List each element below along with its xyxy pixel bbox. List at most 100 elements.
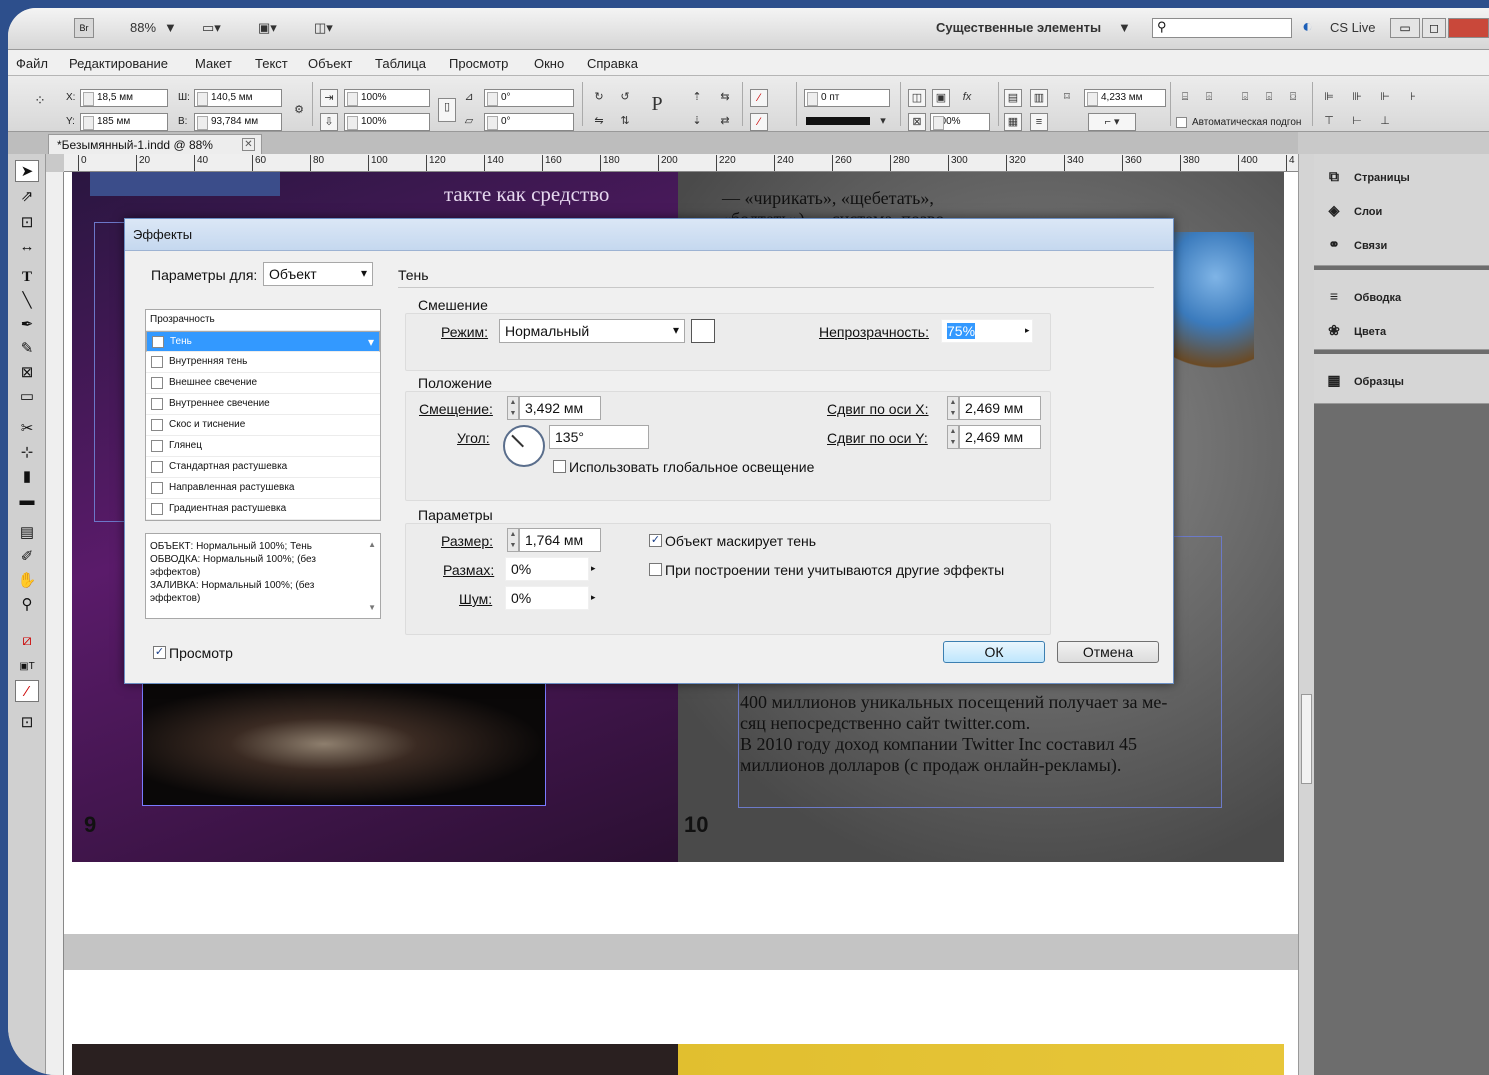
- menu-edit[interactable]: Редактирование: [69, 56, 168, 71]
- scrollbar-thumb[interactable]: [1301, 694, 1312, 784]
- y-offset-input[interactable]: 2,469 мм: [959, 425, 1041, 449]
- stroke-swatch-icon[interactable]: ⁄: [750, 113, 768, 131]
- menu-type[interactable]: Текст: [255, 56, 288, 71]
- menu-object[interactable]: Объект: [308, 56, 352, 71]
- fit-content-icon[interactable]: ⌹: [1200, 89, 1218, 107]
- satin-checkbox[interactable]: [151, 440, 163, 452]
- basic-feather-checkbox[interactable]: [151, 461, 163, 473]
- close-window-button[interactable]: [1448, 18, 1489, 38]
- zoom-tool-icon[interactable]: ⚲: [15, 594, 39, 616]
- fill-stroke-swatch-icon[interactable]: ⧄: [15, 630, 39, 652]
- select-content-icon[interactable]: ⇣: [688, 113, 706, 131]
- y-offset-spinner[interactable]: ▲ ▼: [947, 425, 959, 449]
- search-input[interactable]: ⚲: [1152, 18, 1292, 38]
- rotation-field[interactable]: 0°: [484, 89, 574, 107]
- formatting-affects-icon[interactable]: ▣T: [15, 656, 39, 678]
- opacity-slider-arrow-icon[interactable]: ▸: [1025, 325, 1030, 336]
- stroke-type-preview[interactable]: [806, 117, 870, 125]
- drop-shadow-checkbox[interactable]: ✓: [152, 336, 164, 348]
- align-right-icon[interactable]: ⊩: [1376, 89, 1394, 107]
- menu-file[interactable]: Файл: [16, 56, 48, 71]
- shadow-toggle-icon[interactable]: ▣: [932, 89, 950, 107]
- free-transform-tool-icon[interactable]: ⊹: [15, 442, 39, 464]
- line-tool-icon[interactable]: ╲: [15, 290, 39, 312]
- offset-field[interactable]: 4,233 мм: [1084, 89, 1166, 107]
- noise-input[interactable]: 0%: [505, 586, 589, 610]
- page-tool-icon[interactable]: ⊡: [15, 212, 39, 234]
- distance-spinner[interactable]: ▲ ▼: [507, 396, 519, 420]
- global-light-checkbox[interactable]: [553, 460, 566, 473]
- distance-input[interactable]: 3,492 мм: [519, 396, 601, 420]
- effect-bevel-emboss[interactable]: Скос и тиснение: [146, 415, 380, 436]
- shear-field[interactable]: 0°: [484, 113, 574, 131]
- effect-transparency[interactable]: Прозрачность: [146, 310, 380, 331]
- text-wrap-icon[interactable]: ▤: [1004, 89, 1022, 107]
- spread-input[interactable]: 0%: [505, 557, 589, 581]
- x-offset-spinner[interactable]: ▲ ▼: [947, 396, 959, 420]
- panel-color[interactable]: ❀ Цвета: [1324, 322, 1386, 339]
- next-spread-preview[interactable]: [72, 1044, 1284, 1075]
- noise-slider-arrow-icon[interactable]: ▸: [591, 592, 596, 603]
- gap-tool-icon[interactable]: ↔: [15, 236, 39, 258]
- bridge-button[interactable]: Br: [74, 18, 94, 38]
- effect-inner-glow[interactable]: Внутреннее свечение: [146, 394, 380, 415]
- constrain-scale-icon[interactable]: ▯: [438, 98, 456, 122]
- selection-tool-icon[interactable]: ➤: [15, 160, 39, 182]
- apply-none-icon[interactable]: ⁄: [15, 680, 39, 702]
- rectangle-frame-tool-icon[interactable]: ⊠: [15, 362, 39, 384]
- gradient-swatch-tool-icon[interactable]: ▮: [15, 466, 39, 488]
- menu-layout[interactable]: Макет: [195, 56, 232, 71]
- wrap-around-icon[interactable]: ▥: [1030, 89, 1048, 107]
- gradient-feather-tool-icon[interactable]: ▬: [15, 490, 39, 512]
- fill-proportionally-icon[interactable]: ⌻: [1260, 89, 1278, 107]
- effect-directional-feather[interactable]: Направленная растушевка: [146, 478, 380, 499]
- cancel-button[interactable]: Отмена: [1057, 641, 1159, 663]
- note-tool-icon[interactable]: ▤: [15, 522, 39, 544]
- cslive-icon[interactable]: ◐: [1302, 16, 1313, 37]
- align-top-icon[interactable]: ⊤: [1320, 113, 1338, 131]
- align-left-icon[interactable]: ⊫: [1320, 89, 1338, 107]
- outer-glow-checkbox[interactable]: [151, 377, 163, 389]
- opacity-field[interactable]: 100%: [930, 113, 990, 131]
- workspace-dropdown-icon[interactable]: ▼: [1118, 20, 1131, 35]
- size-input[interactable]: 1,764 мм: [519, 528, 601, 552]
- cslive-label[interactable]: CS Live: [1330, 20, 1376, 35]
- distribute-icon[interactable]: ⊦: [1404, 89, 1422, 107]
- menu-help[interactable]: Справка: [587, 56, 638, 71]
- align-bottom-icon[interactable]: ⊥: [1376, 113, 1394, 131]
- size-spinner[interactable]: ▲ ▼: [507, 528, 519, 552]
- select-prev-icon[interactable]: ⇄: [716, 113, 734, 131]
- eyedropper-tool-icon[interactable]: ✐: [15, 546, 39, 568]
- scale-y-field[interactable]: 100%: [344, 113, 430, 131]
- preview-checkbox[interactable]: ✓: [153, 646, 166, 659]
- type-tool-icon[interactable]: T: [15, 266, 39, 288]
- x-offset-input[interactable]: 2,469 мм: [959, 396, 1041, 420]
- vertical-scrollbar[interactable]: [1298, 154, 1314, 1075]
- fit-frame-icon[interactable]: ⌸: [1176, 89, 1194, 107]
- hand-tool-icon[interactable]: ✋: [15, 570, 39, 592]
- arrange-documents-icon[interactable]: ◫▾: [314, 20, 333, 36]
- rectangle-tool-icon[interactable]: ▭: [15, 386, 39, 408]
- screen-mode-icon[interactable]: ▣▾: [258, 20, 277, 36]
- center-content-icon[interactable]: ⌺: [1236, 89, 1254, 107]
- panel-stroke[interactable]: ≡ Обводка: [1324, 288, 1401, 304]
- menu-view[interactable]: Просмотр: [449, 56, 508, 71]
- minimize-button[interactable]: ▭: [1390, 18, 1420, 38]
- y-field[interactable]: 185 мм: [80, 113, 168, 131]
- menu-window[interactable]: Окно: [534, 56, 564, 71]
- rotate-cw-icon[interactable]: ↻: [590, 89, 608, 107]
- honor-effects-checkbox[interactable]: [649, 563, 662, 576]
- close-tab-icon[interactable]: ✕: [242, 138, 255, 151]
- inner-shadow-checkbox[interactable]: [151, 356, 163, 368]
- summary-scroll-up-icon[interactable]: ▲: [368, 538, 376, 551]
- select-next-icon[interactable]: ⇆: [716, 89, 734, 107]
- corner-shape-icon[interactable]: ⌐ ▾: [1088, 113, 1136, 131]
- h-field[interactable]: 93,784 мм: [194, 113, 282, 131]
- document-tab[interactable]: *Безымянный-1.indd @ 88% ✕: [48, 134, 262, 154]
- autofit-checkbox[interactable]: [1176, 117, 1187, 128]
- left-page-photo[interactable]: [142, 682, 546, 806]
- align-center-icon[interactable]: ⊪: [1348, 89, 1366, 107]
- direct-selection-tool-icon[interactable]: ⇗: [15, 186, 39, 208]
- directional-feather-checkbox[interactable]: [151, 482, 163, 494]
- inner-glow-checkbox[interactable]: [151, 398, 163, 410]
